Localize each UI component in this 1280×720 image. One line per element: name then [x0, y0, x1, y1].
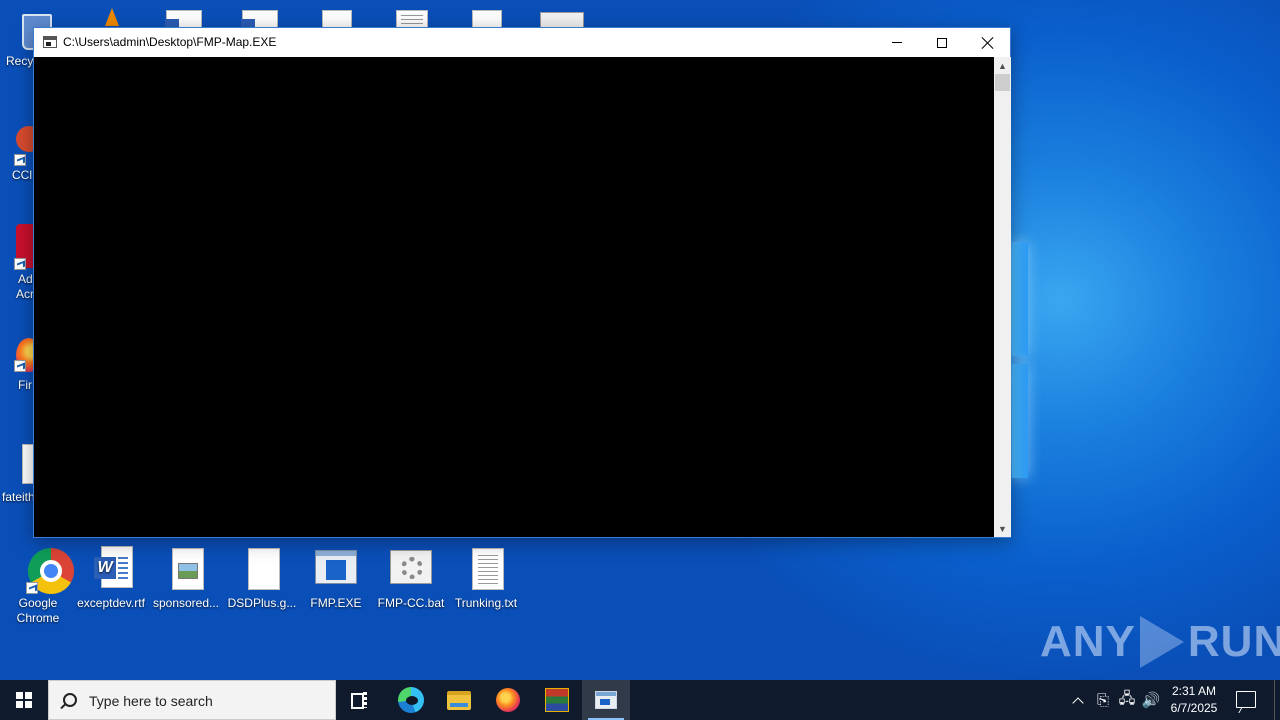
- chevron-up-icon: [1073, 695, 1083, 705]
- search-icon: [63, 693, 77, 707]
- tray-network-button[interactable]: 🖧: [1116, 680, 1138, 720]
- window-title: C:\Users\admin\Desktop\FMP-Map.EXE: [63, 35, 277, 49]
- maximize-button[interactable]: [919, 28, 965, 57]
- start-button[interactable]: [0, 680, 48, 720]
- volume-icon: 🔊: [1141, 691, 1161, 709]
- task-view-icon: [351, 692, 369, 709]
- desktop-icon-trunking-txt[interactable]: Trunking.txt: [448, 546, 524, 611]
- file-explorer-icon: [447, 690, 471, 710]
- desktop-icon-dsdplus[interactable]: DSDPlus.g...: [224, 546, 300, 611]
- tray-device-button[interactable]: ⎘: [1092, 680, 1114, 720]
- minimize-icon: [892, 42, 902, 43]
- winrar-icon: [545, 688, 569, 712]
- task-view-button[interactable]: [336, 680, 384, 720]
- minimize-button[interactable]: [874, 28, 920, 57]
- desktop-icon-label: sponsored...: [152, 596, 220, 610]
- desktop-icon-label: FMP-CC.bat: [377, 596, 445, 610]
- word-document-icon[interactable]: [165, 10, 202, 29]
- batch-file-icon[interactable]: [540, 12, 584, 28]
- anyrun-watermark: ANY RUN: [1040, 612, 1280, 672]
- image-file-icon: [162, 546, 210, 594]
- watermark-left: ANY: [1040, 617, 1136, 666]
- blank-file-icon[interactable]: [322, 10, 352, 28]
- console-icon: [595, 691, 617, 709]
- edge-icon: [398, 687, 424, 713]
- scrollbar-thumb[interactable]: [995, 74, 1010, 91]
- exe-icon: [312, 546, 360, 594]
- blank-file-icon[interactable]: [472, 10, 502, 28]
- word-document-icon[interactable]: [241, 10, 278, 29]
- scroll-down-arrow-icon[interactable]: ▼: [994, 520, 1011, 537]
- taskbar-console[interactable]: [582, 680, 630, 720]
- network-icon: 🖧: [1118, 688, 1136, 707]
- desktop-icon-fmp-exe[interactable]: FMP.EXE: [298, 546, 374, 611]
- clock-date: 6/7/2025: [1170, 701, 1218, 715]
- tray-volume-button[interactable]: 🔊: [1140, 680, 1162, 720]
- taskbar-firefox[interactable]: [484, 680, 532, 720]
- taskbar-file-explorer[interactable]: [435, 680, 483, 720]
- maximize-icon: [937, 37, 947, 48]
- show-desktop-button[interactable]: [1274, 680, 1280, 720]
- close-button[interactable]: [965, 28, 1011, 57]
- desktop-icon-google-chrome[interactable]: Google Chrome: [0, 546, 76, 626]
- close-icon: [982, 37, 994, 49]
- vlc-icon[interactable]: [100, 4, 122, 28]
- desktop: Recy CCl Ad Acr Fir fateith Google Chrom…: [0, 0, 1280, 680]
- clock-time: 2:31 AM: [1171, 684, 1217, 698]
- console-window[interactable]: C:\Users\admin\Desktop\FMP-Map.EXE ▲ ▼: [33, 27, 1011, 538]
- window-titlebar[interactable]: C:\Users\admin\Desktop\FMP-Map.EXE: [34, 28, 1010, 57]
- batch-file-icon: [387, 546, 435, 594]
- desktop-icon-fmp-cc-bat[interactable]: FMP-CC.bat: [373, 546, 449, 611]
- vertical-scrollbar[interactable]: ▲ ▼: [994, 57, 1011, 537]
- scroll-up-arrow-icon[interactable]: ▲: [994, 57, 1011, 74]
- text-file-icon[interactable]: [396, 10, 428, 28]
- desktop-icon-label: Trunking.txt: [454, 596, 518, 610]
- blank-file-icon: [238, 546, 286, 594]
- desktop-icon-sponsored[interactable]: sponsored...: [148, 546, 224, 611]
- word-document-icon: W: [87, 546, 135, 594]
- taskbar-search-box[interactable]: Type here to search: [48, 680, 336, 720]
- desktop-icon-label: exceptdev.rtf: [77, 596, 145, 610]
- taskbar: Type here to search ⎘ 🖧 🔊 2:31 AM 6/7/20…: [0, 680, 1280, 720]
- taskbar-clock[interactable]: 2:31 AM 6/7/2025: [1165, 683, 1223, 717]
- text-file-icon: [462, 546, 510, 594]
- console-output-area[interactable]: [34, 57, 994, 537]
- console-app-icon: [43, 36, 57, 48]
- firefox-icon: [496, 688, 520, 712]
- desktop-icon-label: DSDPlus.g...: [227, 596, 297, 610]
- desktop-icon-exceptdev-rtf[interactable]: W exceptdev.rtf: [73, 546, 149, 611]
- search-placeholder: Type here to search: [89, 693, 213, 709]
- notification-center-icon[interactable]: [1236, 691, 1256, 708]
- watermark-right: RUN: [1187, 617, 1280, 666]
- taskbar-edge[interactable]: [387, 680, 435, 720]
- windows-start-icon: [16, 692, 32, 708]
- chrome-icon: [14, 546, 74, 594]
- play-icon: [1139, 616, 1184, 668]
- desktop-icon-label: FMP.EXE: [310, 596, 362, 610]
- show-hidden-icons-button[interactable]: [1068, 680, 1088, 720]
- taskbar-winrar[interactable]: [533, 680, 581, 720]
- desktop-icon-label: Google Chrome: [16, 596, 60, 625]
- device-icon: ⎘: [1096, 691, 1109, 709]
- windows-wallpaper-logo: [1012, 242, 1030, 478]
